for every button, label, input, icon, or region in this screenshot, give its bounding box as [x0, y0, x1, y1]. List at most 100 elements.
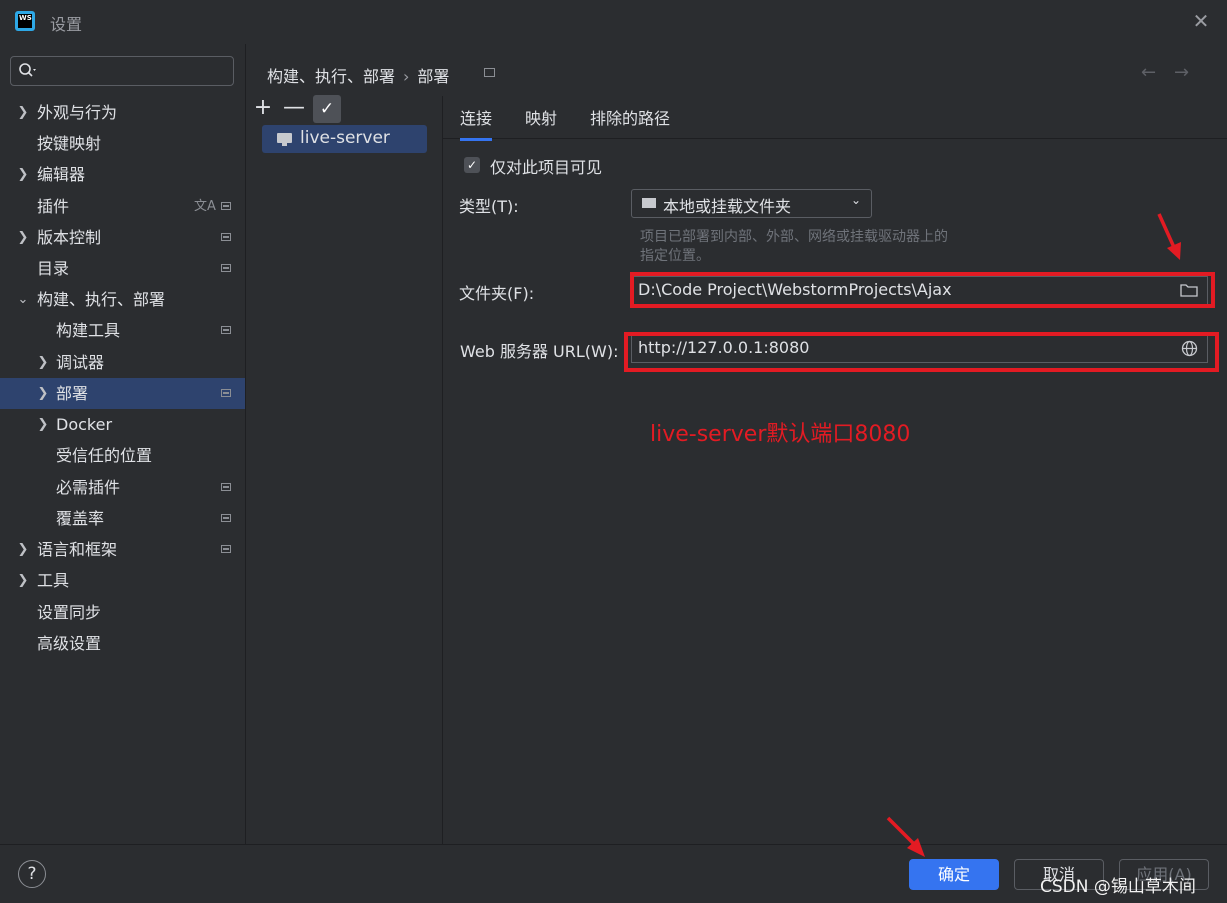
watermark: CSDN @锡山草木间 — [1040, 877, 1196, 897]
sidebar-item-docker[interactable]: ❯ Docker — [0, 409, 245, 440]
search-icon — [19, 63, 36, 77]
forward-arrow-icon[interactable]: → — [1174, 62, 1189, 83]
chevron-down-icon: ⌄ — [851, 193, 862, 207]
sidebar-item-directories[interactable]: 目录 — [0, 253, 245, 284]
sidebar-item-label: Docker — [56, 415, 113, 434]
project-scope-icon — [221, 483, 231, 491]
sidebar-item-settings-sync[interactable]: 设置同步 — [0, 597, 245, 628]
tab-connection[interactable]: 连接 — [460, 105, 493, 141]
sidebar-item-deployment[interactable]: ❯ 部署 — [0, 378, 245, 409]
hint-line-2: 指定位置。 — [640, 248, 710, 264]
sidebar-item-label: 构建、执行、部署 — [37, 290, 166, 309]
ok-button[interactable]: 确定 — [909, 859, 999, 890]
project-scope-icon — [221, 233, 231, 241]
chevron-right-icon: ❯ — [17, 542, 29, 557]
visible-only-label: 仅对此项目可见 — [490, 158, 603, 177]
sidebar-item-label: 受信任的位置 — [56, 446, 153, 465]
close-icon[interactable]: ✕ — [1190, 10, 1212, 32]
translate-icon: 文A — [194, 199, 216, 214]
sidebar-item-label: 语言和框架 — [37, 540, 118, 559]
breadcrumb-parent[interactable]: 构建、执行、部署 — [267, 67, 395, 86]
url-label: Web 服务器 URL(W): — [460, 342, 619, 361]
chevron-right-icon: ❯ — [37, 417, 49, 432]
window-title: 设置 — [50, 15, 83, 34]
chevron-right-icon: ❯ — [17, 230, 29, 245]
project-scope-icon — [221, 264, 231, 272]
add-server-button[interactable]: + — [251, 94, 275, 122]
type-value: 本地或挂载文件夹 — [663, 197, 792, 216]
server-list-panel: + — ✓ live-server — [246, 90, 442, 844]
project-scope-icon — [221, 514, 231, 522]
sidebar-item-label: 按键映射 — [37, 134, 102, 153]
sidebar-item-label: 外观与行为 — [37, 103, 118, 122]
settings-sidebar: ❯ 外观与行为 按键映射 ❯ 编辑器 插件 文A ❯ 版本控制 目录 ⌄ 构建、执行、部署… — [0, 44, 245, 844]
annotation-highlight-box — [624, 332, 1219, 372]
chevron-right-icon: ❯ — [37, 386, 49, 401]
logo-text: WS — [18, 14, 32, 28]
sidebar-item-label: 部署 — [56, 384, 89, 403]
sidebar-item-label: 调试器 — [56, 353, 105, 372]
search-input[interactable] — [10, 56, 234, 86]
sidebar-item-plugins[interactable]: 插件 文A — [0, 191, 245, 222]
chevron-right-icon: ❯ — [17, 105, 29, 120]
sidebar-item-label: 设置同步 — [37, 603, 102, 622]
sidebar-item-required-plugins[interactable]: 必需插件 — [0, 472, 245, 503]
chevron-right-icon: ❯ — [37, 355, 49, 370]
annotation-highlight-box — [630, 272, 1215, 308]
webstorm-logo-icon: WS — [15, 11, 35, 31]
chevron-right-icon: ❯ — [17, 167, 29, 182]
chevron-down-icon: ⌄ — [17, 292, 29, 307]
remove-server-button[interactable]: — — [282, 94, 306, 122]
type-dropdown[interactable]: 本地或挂载文件夹 ⌄ — [631, 189, 872, 218]
breadcrumb-current: 部署 — [417, 67, 450, 86]
annotation-arrow-icon — [1157, 213, 1181, 260]
breadcrumb: 构建、执行、部署 › 部署 — [267, 63, 449, 87]
breadcrumb-separator-icon: › — [403, 67, 410, 86]
sidebar-item-advanced-settings[interactable]: 高级设置 — [0, 628, 245, 659]
sidebar-item-label: 必需插件 — [56, 478, 121, 497]
set-default-button[interactable]: ✓ — [313, 95, 341, 123]
folder-server-icon — [642, 198, 656, 208]
dialog-footer: ? 确定 取消 应用(A) CSDN @锡山草木间 — [0, 816, 1227, 903]
server-list-item[interactable]: live-server — [262, 125, 427, 153]
sidebar-item-keymap[interactable]: 按键映射 — [0, 128, 245, 159]
project-scope-icon — [221, 326, 231, 334]
sidebar-item-version-control[interactable]: ❯ 版本控制 — [0, 222, 245, 253]
sidebar-item-label: 工具 — [37, 571, 70, 590]
annotation-text: live-server默认端口8080 — [650, 422, 911, 447]
folder-label: 文件夹(F): — [459, 284, 535, 303]
project-scope-icon — [221, 545, 231, 553]
sidebar-item-label: 目录 — [37, 259, 70, 278]
type-hint: 项目已部署到内部、外部、网络或挂载驱动器上的 指定位置。 — [640, 228, 985, 266]
sidebar-item-tools[interactable]: ❯ 工具 — [0, 565, 245, 596]
sidebar-item-debugger[interactable]: ❯ 调试器 — [0, 347, 245, 378]
sidebar-item-editor[interactable]: ❯ 编辑器 — [0, 159, 245, 190]
annotation-arrow-icon — [886, 816, 925, 857]
sidebar-item-coverage[interactable]: 覆盖率 — [0, 503, 245, 534]
visible-only-checkbox[interactable]: ✓ — [464, 157, 480, 173]
project-scope-icon — [221, 389, 231, 397]
title-bar: WS 设置 ✕ — [0, 0, 1227, 44]
server-name: live-server — [300, 128, 390, 148]
sidebar-item-build-tools[interactable]: 构建工具 — [0, 315, 245, 346]
project-scope-icon — [221, 202, 231, 210]
sidebar-item-label: 版本控制 — [37, 228, 102, 247]
project-scope-icon — [484, 68, 495, 77]
sidebar-item-trusted-locations[interactable]: 受信任的位置 — [0, 440, 245, 471]
sidebar-item-label: 覆盖率 — [56, 509, 105, 528]
sidebar-item-label: 编辑器 — [37, 165, 86, 184]
sidebar-item-label: 构建工具 — [56, 321, 121, 340]
sidebar-item-appearance[interactable]: ❯ 外观与行为 — [0, 97, 245, 128]
back-arrow-icon[interactable]: ← — [1141, 62, 1156, 83]
help-button[interactable]: ? — [18, 860, 46, 888]
connection-form: ✓ 仅对此项目可见 类型(T): 本地或挂载文件夹 ⌄ 项目已部署到内部、外部、… — [443, 138, 1227, 844]
sidebar-item-build-execution-deployment[interactable]: ⌄ 构建、执行、部署 — [0, 284, 245, 315]
tab-mappings[interactable]: 映射 — [525, 105, 557, 138]
tab-bar: 连接 映射 排除的路径 — [443, 96, 1227, 141]
sidebar-item-label: 插件 — [37, 197, 70, 216]
tab-excluded-paths[interactable]: 排除的路径 — [590, 105, 670, 138]
server-folder-icon — [277, 133, 292, 146]
chevron-right-icon: ❯ — [17, 573, 29, 588]
sidebar-item-languages-frameworks[interactable]: ❯ 语言和框架 — [0, 534, 245, 565]
hint-line-1: 项目已部署到内部、外部、网络或挂载驱动器上的 — [640, 229, 948, 245]
